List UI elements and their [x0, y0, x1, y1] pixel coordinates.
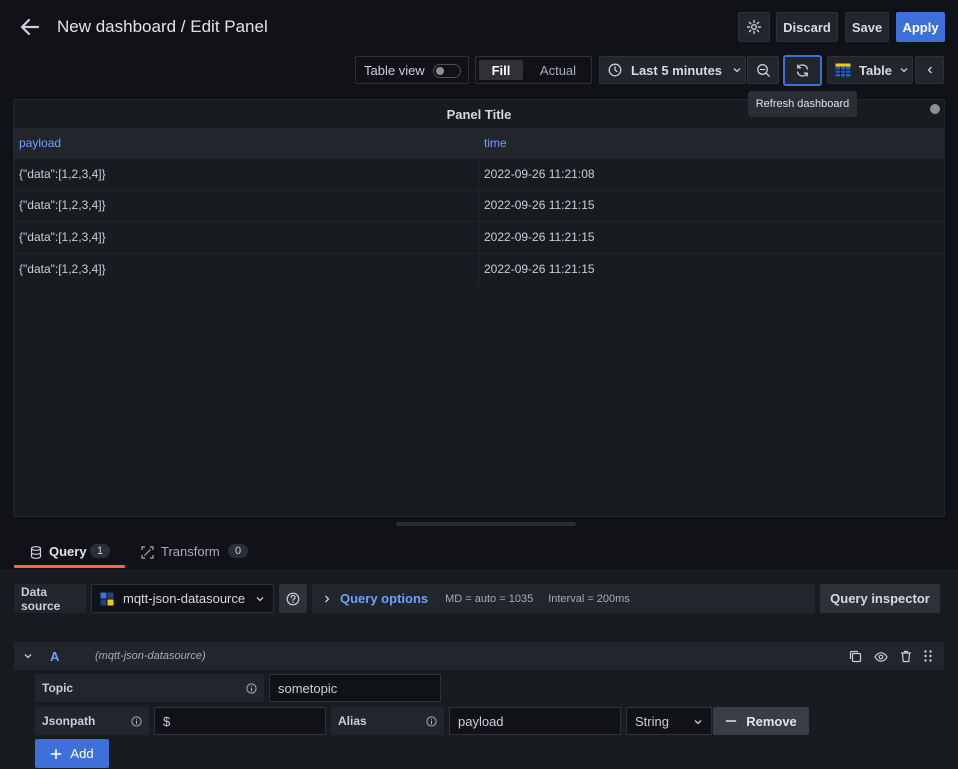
chevron-right-icon — [325, 595, 330, 602]
settings-button[interactable] — [738, 12, 770, 42]
query-options-bar[interactable]: Query options MD = auto = 1035 Interval … — [312, 584, 815, 613]
alias-label-text: Alias — [338, 714, 367, 728]
chevron-down-icon — [900, 68, 908, 73]
refresh-icon — [796, 64, 809, 77]
minus-icon — [725, 720, 737, 722]
chevron-down-icon — [733, 68, 741, 73]
drag-handle-icon[interactable] — [923, 649, 933, 663]
visualization-label: Table — [859, 62, 892, 78]
clock-icon — [608, 63, 622, 77]
table-cell-payload: {"data":[1,2,3,4]} — [19, 230, 106, 244]
query-ref-id[interactable]: A — [50, 649, 59, 664]
jsonpath-label: Jsonpath — [35, 707, 149, 735]
jsonpath-label-text: Jsonpath — [42, 714, 96, 728]
datasource-logo-icon — [100, 592, 114, 605]
query-datasource-hint: (mqtt-json-datasource) — [95, 650, 206, 662]
topic-label: Topic — [35, 674, 264, 702]
alias-label: Alias — [331, 707, 444, 735]
fill-actual-group: Fill Actual — [475, 56, 592, 84]
zoom-out-icon — [756, 63, 770, 77]
data-source-value: mqtt-json-datasource — [123, 591, 246, 606]
chevron-down-icon — [256, 596, 264, 601]
alias-input[interactable]: payload — [449, 707, 621, 735]
time-range-label: Last 5 minutes — [631, 62, 723, 78]
max-data-points-text: MD = auto = 1035 — [445, 592, 534, 605]
type-select-value: String — [635, 713, 669, 729]
table-header — [14, 128, 944, 159]
tab-query-count: 1 — [90, 544, 111, 558]
table-viz-icon — [835, 63, 851, 77]
tab-transform-count: 0 — [228, 544, 249, 558]
tab-active-indicator — [14, 565, 125, 568]
save-button[interactable]: Save — [845, 12, 889, 42]
actual-option[interactable]: Actual — [530, 60, 586, 80]
info-icon — [426, 716, 437, 727]
info-icon — [131, 716, 142, 727]
gear-icon — [746, 19, 762, 35]
table-cell-payload: {"data":[1,2,3,4]} — [19, 198, 106, 212]
discard-button[interactable]: Discard — [776, 12, 838, 42]
info-icon — [246, 683, 257, 694]
tab-transform[interactable]: Transform 0 — [138, 538, 253, 569]
page-title: New dashboard / Edit Panel — [57, 17, 268, 36]
data-source-help-button[interactable] — [279, 584, 307, 613]
column-header-payload[interactable]: payload — [19, 136, 61, 150]
tab-transform-label: Transform — [161, 544, 220, 559]
table-cell-time: 2022-09-26 11:21:15 — [484, 230, 595, 244]
chevron-left-icon — [927, 66, 932, 74]
chevron-down-icon[interactable] — [23, 651, 33, 661]
table-row — [14, 254, 944, 286]
topic-label-text: Topic — [42, 681, 74, 695]
time-range-picker[interactable]: Last 5 minutes — [599, 56, 746, 84]
table-cell-payload: {"data":[1,2,3,4]} — [19, 262, 106, 276]
table-view-toggle[interactable]: Table view — [355, 56, 469, 84]
data-source-label: Data source — [14, 584, 86, 613]
eye-icon[interactable] — [874, 651, 888, 663]
back-button[interactable] — [18, 15, 42, 39]
plus-icon — [51, 748, 62, 759]
data-source-picker[interactable]: mqtt-json-datasource — [91, 584, 274, 613]
table-cell-time: 2022-09-26 11:21:15 — [484, 262, 595, 276]
table-row — [14, 190, 944, 222]
add-label: Add — [70, 746, 94, 761]
jsonpath-input[interactable]: $ — [154, 707, 326, 735]
question-circle-icon — [286, 592, 300, 605]
zoom-out-button[interactable] — [747, 56, 779, 84]
table-row — [14, 222, 944, 254]
collapse-options-button[interactable] — [915, 56, 944, 84]
type-select[interactable]: String — [626, 707, 712, 735]
panel-status-indicator — [930, 104, 940, 114]
tab-query[interactable]: Query 1 — [14, 538, 125, 569]
query-options-label[interactable]: Query options — [340, 591, 428, 606]
toggle-switch[interactable] — [433, 64, 461, 78]
database-icon — [30, 546, 42, 559]
table-cell-payload: {"data":[1,2,3,4]} — [19, 167, 106, 181]
refresh-tooltip: Refresh dashboard — [748, 91, 857, 117]
apply-button[interactable]: Apply — [896, 12, 945, 42]
table-view-label: Table view — [364, 62, 425, 78]
table-cell-time: 2022-09-26 11:21:08 — [484, 167, 595, 181]
arrow-left-icon — [20, 18, 40, 36]
chevron-down-icon — [694, 720, 702, 725]
tab-query-label: Query — [49, 544, 87, 559]
fill-option[interactable]: Fill — [479, 60, 523, 80]
remove-label: Remove — [746, 713, 797, 729]
interval-text: Interval = 200ms — [548, 592, 630, 605]
query-inspector-button[interactable]: Query inspector — [820, 584, 940, 613]
duplicate-query-icon[interactable] — [849, 650, 862, 663]
refresh-button[interactable] — [783, 55, 822, 86]
column-header-time[interactable]: time — [484, 136, 507, 150]
table-row — [14, 159, 944, 191]
toggle-knob — [436, 67, 444, 75]
topic-input[interactable]: sometopic — [269, 674, 441, 702]
add-button[interactable]: Add — [35, 739, 109, 768]
pane-resize-handle[interactable] — [396, 522, 576, 526]
remove-button[interactable]: Remove — [713, 707, 809, 735]
table-cell-time: 2022-09-26 11:21:15 — [484, 198, 595, 212]
trash-icon[interactable] — [900, 650, 912, 663]
transform-icon — [141, 546, 154, 559]
visualization-picker[interactable]: Table — [827, 56, 913, 84]
